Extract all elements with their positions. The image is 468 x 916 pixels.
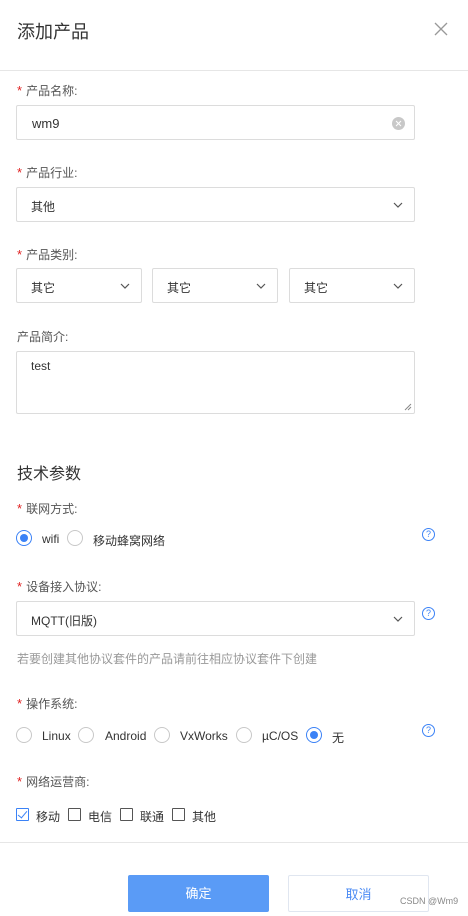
category-value: 其它 [167, 281, 192, 295]
category-value: 其它 [31, 281, 56, 295]
dialog-header: 添加产品 [0, 0, 468, 71]
radio-os-vxworks[interactable] [154, 727, 170, 743]
radio-os-none-label[interactable]: 无 [332, 729, 344, 746]
clear-icon[interactable] [392, 117, 405, 130]
chevron-down-icon [393, 202, 403, 208]
chevron-down-icon [393, 616, 403, 622]
product-name-label: * 产品名称: [17, 83, 78, 98]
category-select-1[interactable]: 其它 [16, 268, 142, 303]
radio-cellular[interactable] [67, 530, 83, 546]
industry-label: * 产品行业: [17, 165, 78, 180]
cancel-button[interactable]: 取消 [288, 875, 429, 912]
radio-os-ucos[interactable] [236, 727, 252, 743]
description-value: test [31, 359, 51, 373]
radio-os-linux[interactable] [16, 727, 32, 743]
help-icon[interactable]: ? [422, 607, 435, 620]
confirm-button[interactable]: 确定 [128, 875, 269, 912]
checkbox-other-label[interactable]: 其他 [192, 808, 216, 825]
help-icon[interactable]: ? [422, 528, 435, 541]
chevron-down-icon [120, 283, 130, 289]
help-icon[interactable]: ? [422, 724, 435, 737]
checkbox-telecom[interactable] [68, 808, 81, 821]
watermark: CSDN @Wm9 [400, 896, 459, 906]
radio-os-android-label[interactable]: Android [105, 729, 146, 743]
radio-os-android[interactable] [78, 727, 94, 743]
category-label: * 产品类别: [17, 247, 78, 262]
chevron-down-icon [393, 283, 403, 289]
checkbox-mobile-label[interactable]: 移动 [36, 808, 60, 825]
required-mark: * [17, 501, 23, 516]
category-value: 其它 [304, 281, 329, 295]
product-name-value: wm9 [32, 116, 60, 131]
close-icon[interactable] [432, 20, 450, 38]
description-textarea[interactable]: test [16, 351, 415, 414]
checkbox-telecom-label[interactable]: 电信 [88, 808, 112, 825]
resize-handle-icon[interactable] [404, 403, 412, 411]
required-mark: * [17, 165, 23, 180]
protocol-label: * 设备接入协议: [17, 579, 102, 594]
carrier-label: * 网络运营商: [17, 774, 90, 789]
category-select-3[interactable]: 其它 [289, 268, 415, 303]
protocol-select[interactable]: MQTT(旧版) [16, 601, 415, 636]
checkbox-unicom[interactable] [120, 808, 133, 821]
required-mark: * [17, 696, 23, 711]
footer-divider [0, 842, 468, 843]
category-select-2[interactable]: 其它 [152, 268, 278, 303]
required-mark: * [17, 579, 23, 594]
radio-os-none[interactable] [306, 727, 322, 743]
network-label: * 联网方式: [17, 501, 78, 516]
radio-os-ucos-label[interactable]: µC/OS [262, 729, 298, 743]
chevron-down-icon [256, 283, 266, 289]
dialog-title: 添加产品 [17, 22, 89, 42]
checkbox-mobile[interactable] [16, 808, 29, 821]
required-mark: * [17, 774, 23, 789]
checkbox-unicom-label[interactable]: 联通 [140, 808, 164, 825]
os-label: * 操作系统: [17, 696, 78, 711]
required-mark: * [17, 247, 23, 262]
protocol-hint: 若要创建其他协议套件的产品请前往相应协议套件下创建 [17, 652, 318, 666]
description-label: 产品简介: [17, 330, 69, 344]
industry-value: 其他 [31, 200, 56, 214]
industry-select[interactable]: 其他 [16, 187, 415, 222]
radio-cellular-label[interactable]: 移动蜂窝网络 [93, 532, 165, 549]
radio-wifi-label[interactable]: wifi [42, 532, 59, 546]
checkbox-other[interactable] [172, 808, 185, 821]
protocol-value: MQTT(旧版) [31, 614, 97, 628]
section-title: 技术参数 [17, 466, 82, 483]
radio-os-vxworks-label[interactable]: VxWorks [180, 729, 228, 743]
radio-wifi[interactable] [16, 530, 32, 546]
required-mark: * [17, 83, 23, 98]
radio-os-linux-label[interactable]: Linux [42, 729, 71, 743]
product-name-input[interactable]: wm9 [16, 105, 415, 140]
